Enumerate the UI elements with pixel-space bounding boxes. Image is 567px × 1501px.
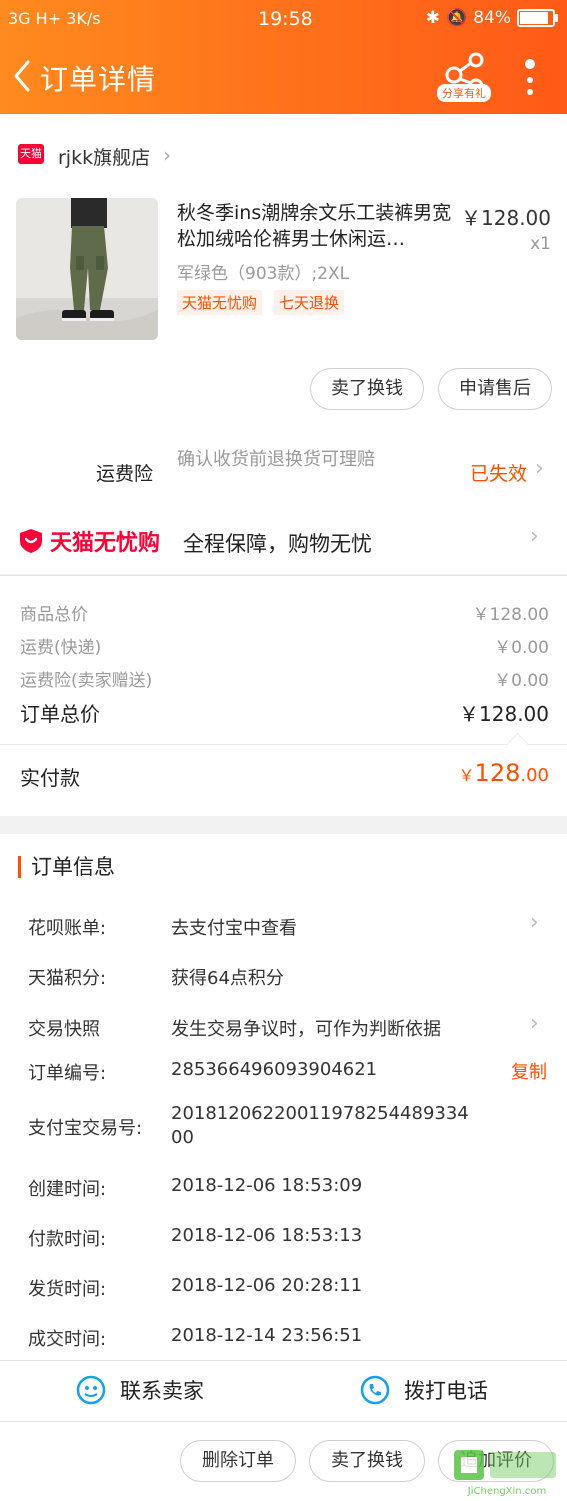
product-price: ￥128.00 [461,206,551,230]
bluetooth-icon: ✱ [425,8,441,28]
chevron-right-icon: › [530,524,539,549]
order-number-label: 订单编号: [28,1063,107,1084]
product-thumbnail[interactable] [16,198,158,340]
summary-row: 商品总价 ￥128.00 [20,600,549,625]
order-total-label: 订单总价 [20,702,100,726]
snapshot-label: 交易快照 [28,1019,100,1040]
contact-bar: 联系卖家 拨打电话 [0,1360,567,1421]
tmall-badge: 天猫 [18,144,44,164]
shipped-time-label: 发货时间: [28,1279,107,1300]
order-total-value: ￥128.00 [459,702,549,726]
created-time-value: 2018-12-06 18:53:09 [171,1175,363,1196]
battery-icon [517,9,558,27]
shipping-insurance-label: 运费险 [96,463,154,485]
delete-order-button[interactable]: 删除订单 [180,1440,296,1482]
guarantee-desc[interactable]: 全程保障，购物无忧 [183,528,372,558]
shipped-time-value: 2018-12-06 20:28:11 [171,1275,363,1296]
paid-integer: 128 [474,759,521,787]
sell-for-cash-button[interactable]: 卖了换钱 [309,1440,425,1482]
alipay-trade-label: 支付宝交易号: [28,1118,143,1139]
chevron-right-icon: › [530,910,539,935]
snapshot-value[interactable]: 发生交易争议时，可作为判断依据 [171,1015,441,1041]
product-sku: 军绿色（903款）;2XL [177,264,350,284]
paid-currency: ￥ [458,766,475,785]
summary-row: 运费险(卖家赠送) ￥0.00 [20,666,549,691]
chevron-right-icon: › [535,456,544,481]
share-gift-label[interactable]: 分享有礼 [437,84,491,102]
product-title[interactable]: 秋冬季ins潮牌余文乐工装裤男宽松加绒哈伦裤男士休闲运… [177,200,455,252]
battery-percent: 84% [473,8,511,28]
tag-seven-day-return: 七天退换 [274,290,345,315]
summary-value: ￥0.00 [494,638,549,658]
paid-label: 实付款 [20,766,80,790]
summary-value: ￥128.00 [472,605,549,625]
alipay-trade-value: 2018120622001197825448933400 [171,1103,469,1148]
status-bar: 3G H+ 3K/s 19:58 ✱ 🔕 84% [0,0,567,38]
order-item-card: 天猫 rjkk旗舰店 › 秋冬季ins潮牌余文乐工装裤男宽松加绒哈伦裤男士休闲运… [0,114,567,574]
divider-notch [506,732,529,755]
points-value: 获得64点积分 [171,968,284,989]
network-status: 3G H+ 3K/s [8,9,101,28]
chevron-right-icon: › [163,143,171,167]
order-total-row: 订单总价 ￥128.00 [20,698,549,727]
sell-for-cash-button[interactable]: 卖了换钱 [310,368,424,410]
paid-decimal: .00 [520,765,549,786]
order-info: 订单信息 花呗账单: 去支付宝中查看 › 天猫积分: 获得64点积分 交易快照 … [0,834,567,1360]
points-label: 天猫积分: [28,968,107,989]
phone-icon [360,1375,390,1405]
watermark-url: JiChengXin.com [467,1486,546,1497]
call-phone-button[interactable]: 拨打电话 [360,1375,488,1405]
deal-time-label: 成交时间: [28,1329,107,1350]
back-arrow-icon[interactable] [10,56,34,96]
site-watermark: JiChengXin.com [454,1450,556,1497]
tag-worry-free: 天猫无忧购 [177,290,263,315]
huabei-label: 花呗账单: [28,918,107,939]
deal-time-value: 2018-12-14 23:56:51 [171,1325,363,1346]
huabei-value[interactable]: 去支付宝中查看 [171,914,297,940]
contact-seller-label: 联系卖家 [120,1379,204,1403]
paid-time-label: 付款时间: [28,1229,107,1250]
contact-seller-button[interactable]: 联系卖家 [76,1375,204,1405]
divider [0,744,567,745]
copy-button[interactable]: 复制 [511,1058,547,1084]
more-menu-icon[interactable] [520,54,540,104]
worry-free-text: 天猫无忧购 [50,531,161,556]
mute-icon: 🔕 [446,8,468,28]
status-right: ✱ 🔕 84% [425,8,558,28]
paid-amount: ￥128.00 [459,759,549,787]
summary-label: 商品总价 [20,605,88,625]
paid-time-value: 2018-12-06 18:53:13 [171,1225,363,1246]
summary-value: ￥0.00 [494,671,549,691]
summary-label: 运费(快递) [20,638,102,658]
summary-row: 运费(快递) ￥0.00 [20,633,549,658]
nav-bar: 订单详情 分享有礼 [0,38,567,114]
summary-label: 运费险(卖家赠送) [20,671,153,691]
chevron-right-icon: › [530,1011,539,1036]
worry-free-logo: 天猫无忧购 [18,524,160,558]
call-phone-label: 拨打电话 [404,1379,488,1403]
product-quantity: x1 [530,234,551,254]
apply-after-sale-button[interactable]: 申请售后 [438,368,552,410]
created-time-label: 创建时间: [28,1179,107,1200]
page-title: 订单详情 [40,63,157,96]
order-info-heading: 订单信息 [18,856,115,878]
order-number-value: 285366496093904621 [171,1059,378,1080]
chat-icon [76,1375,106,1405]
product-image [16,198,158,340]
price-summary: 商品总价 ￥128.00 运费(快递) ￥0.00 运费险(卖家赠送) ￥0.0… [0,575,567,816]
shield-icon [20,529,42,553]
shipping-insurance-desc: 确认收货前退换货可理赔 [177,449,375,470]
clock: 19:58 [258,8,313,30]
shop-name[interactable]: rjkk旗舰店 [58,143,150,170]
shipping-insurance-status[interactable]: 已失效 [470,459,527,486]
